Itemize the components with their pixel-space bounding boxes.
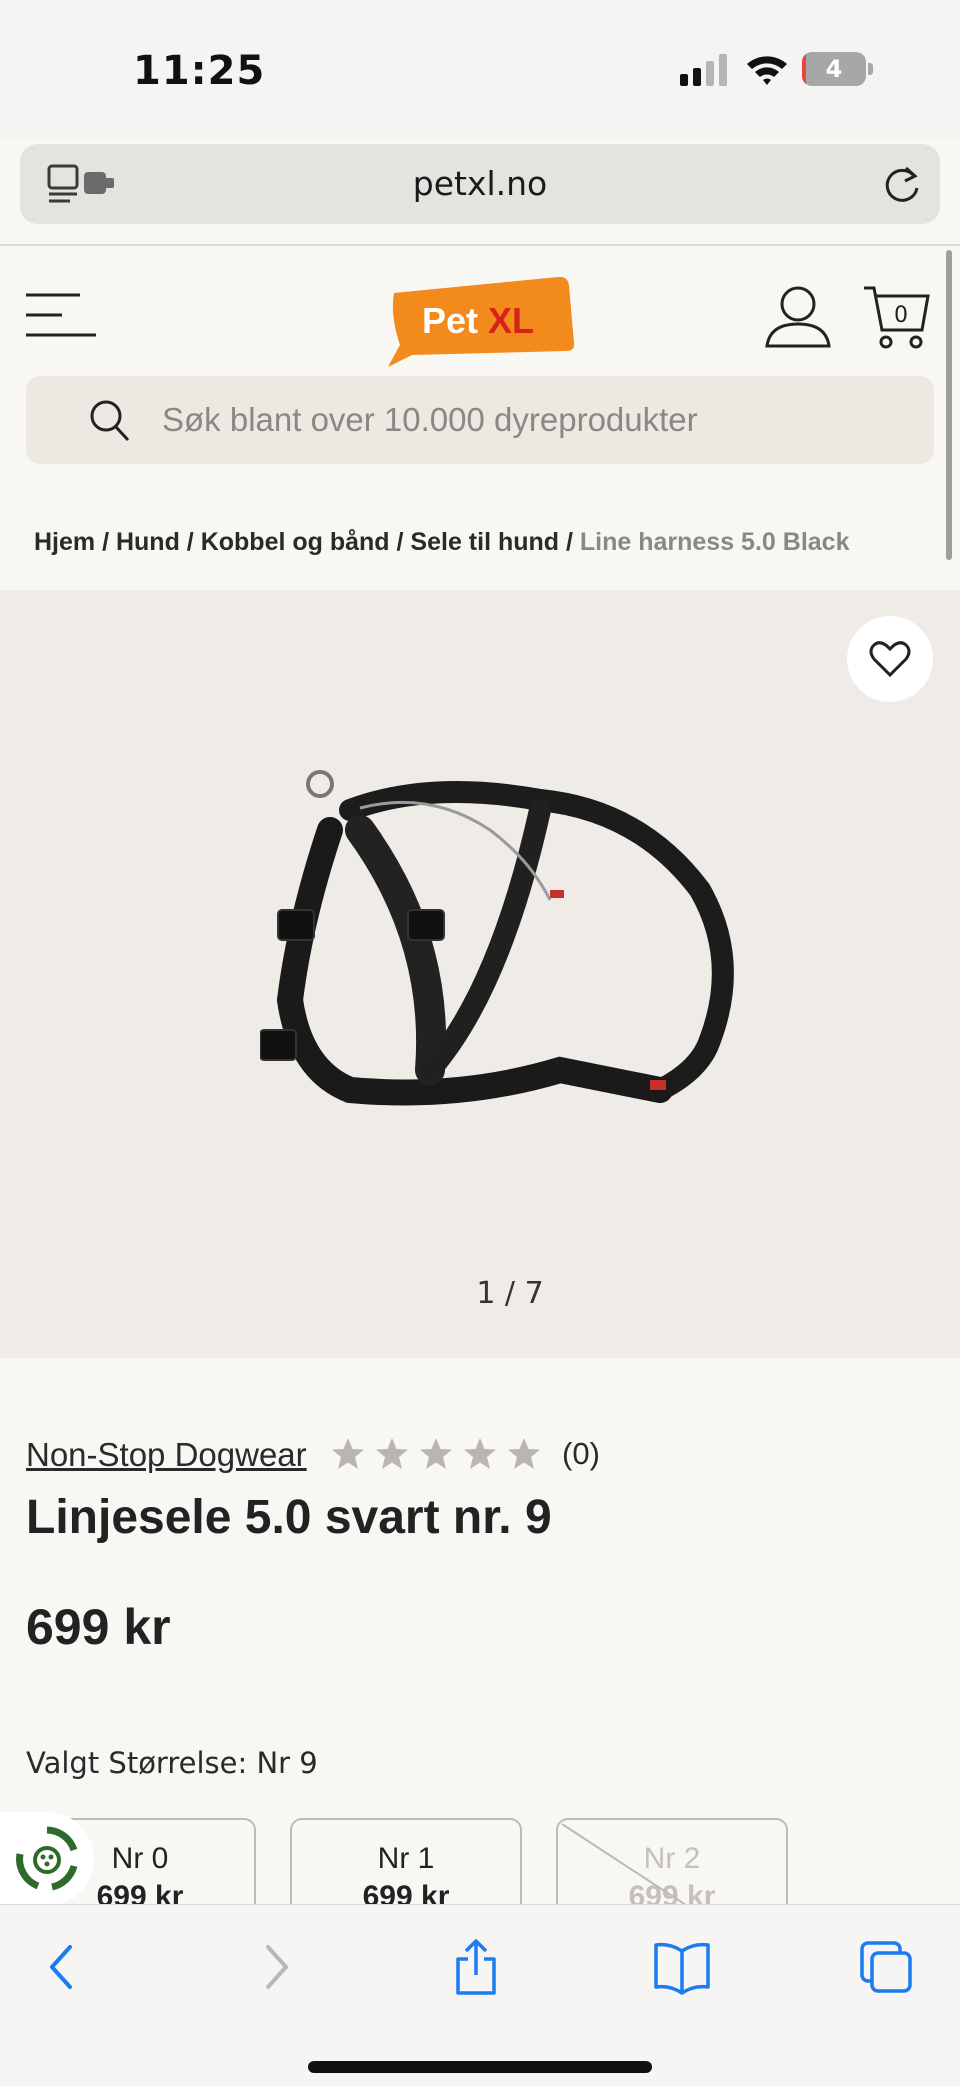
petxl-logo[interactable]: Pet XL — [384, 271, 576, 367]
star-icon — [376, 1438, 408, 1469]
tabs-icon[interactable] — [856, 1937, 916, 1997]
wishlist-button[interactable] — [847, 616, 933, 702]
star-icon — [508, 1438, 540, 1469]
product-gallery[interactable]: 1 / 7 — [0, 590, 960, 1358]
search-icon — [90, 400, 130, 442]
product-title: Linjesele 5.0 svart nr. 9 — [26, 1491, 552, 1544]
back-icon[interactable] — [34, 1937, 94, 1997]
logo-text-xl: XL — [488, 300, 534, 341]
logo-text-pet: Pet — [422, 300, 478, 341]
heart-icon — [869, 641, 911, 678]
breadcrumb-item-harness[interactable]: Sele til hund — [410, 528, 559, 556]
share-icon[interactable] — [446, 1937, 506, 1997]
bookmarks-icon[interactable] — [652, 1937, 712, 1997]
breadcrumb: Hjem / Hund / Kobbel og bånd / Sele til … — [34, 522, 849, 562]
forward-icon[interactable] — [244, 1937, 304, 1997]
product-price: 699 kr — [26, 1599, 171, 1655]
status-bar: 11:25 4 — [0, 0, 960, 140]
cart-count: 0 — [894, 303, 908, 328]
chat-widget[interactable] — [0, 1812, 94, 1906]
recycle-chat-icon — [16, 1826, 78, 1891]
scrollbar[interactable] — [946, 250, 952, 560]
harness-product-image — [260, 770, 734, 1106]
breadcrumb-item-leashes[interactable]: Kobbel og bånd — [201, 528, 390, 556]
size-options: Nr 0 699 kr Nr 1 699 kr Nr 2 699 kr — [0, 1818, 960, 1904]
size-name: Nr 1 — [377, 1842, 435, 1875]
size-option-nr1[interactable]: Nr 1 699 kr — [290, 1818, 522, 1904]
wifi-icon — [747, 56, 787, 85]
product-rating[interactable]: (0) — [330, 1430, 600, 1478]
breadcrumb-item-dog[interactable]: Hund — [116, 528, 180, 556]
home-indicator — [308, 2061, 652, 2073]
breadcrumb-separator: / — [559, 528, 580, 556]
account-icon[interactable] — [764, 284, 832, 350]
rating-count: (0) — [562, 1436, 600, 1471]
star-icon — [420, 1438, 452, 1469]
status-time: 11:25 — [133, 48, 266, 94]
reload-icon[interactable] — [882, 162, 922, 206]
search-input[interactable] — [162, 376, 902, 464]
cellular-signal-icon — [680, 54, 727, 86]
url-text[interactable]: petxl.no — [20, 144, 940, 224]
brand-link[interactable]: Non-Stop Dogwear — [26, 1436, 307, 1474]
address-bar[interactable]: petxl.no — [20, 144, 940, 224]
site-header: Pet XL 0 Hjem / Hund / Kobbel og bånd / … — [0, 246, 948, 590]
breadcrumb-separator: / — [95, 528, 116, 556]
size-option-nr2[interactable]: Nr 2 699 kr — [556, 1818, 788, 1904]
battery-level: 4 — [825, 55, 843, 83]
image-counter: 1 / 7 — [476, 1276, 544, 1311]
breadcrumb-separator: / — [179, 528, 201, 556]
browser-toolbar — [0, 1904, 960, 2086]
selected-size-label: Valgt Størrelse: Nr 9 — [26, 1746, 318, 1780]
star-icon — [332, 1438, 364, 1469]
size-price: 699 kr — [362, 1880, 450, 1904]
breadcrumb-item-home[interactable]: Hjem — [34, 528, 95, 556]
breadcrumb-separator: / — [389, 528, 411, 556]
search-box[interactable] — [26, 376, 934, 464]
battery-icon: 4 — [802, 52, 874, 86]
breadcrumb-current: Line harness 5.0 Black — [579, 528, 850, 556]
unavailable-strike — [561, 1823, 687, 1904]
star-icon — [464, 1438, 496, 1469]
hamburger-menu-icon[interactable] — [24, 291, 98, 339]
